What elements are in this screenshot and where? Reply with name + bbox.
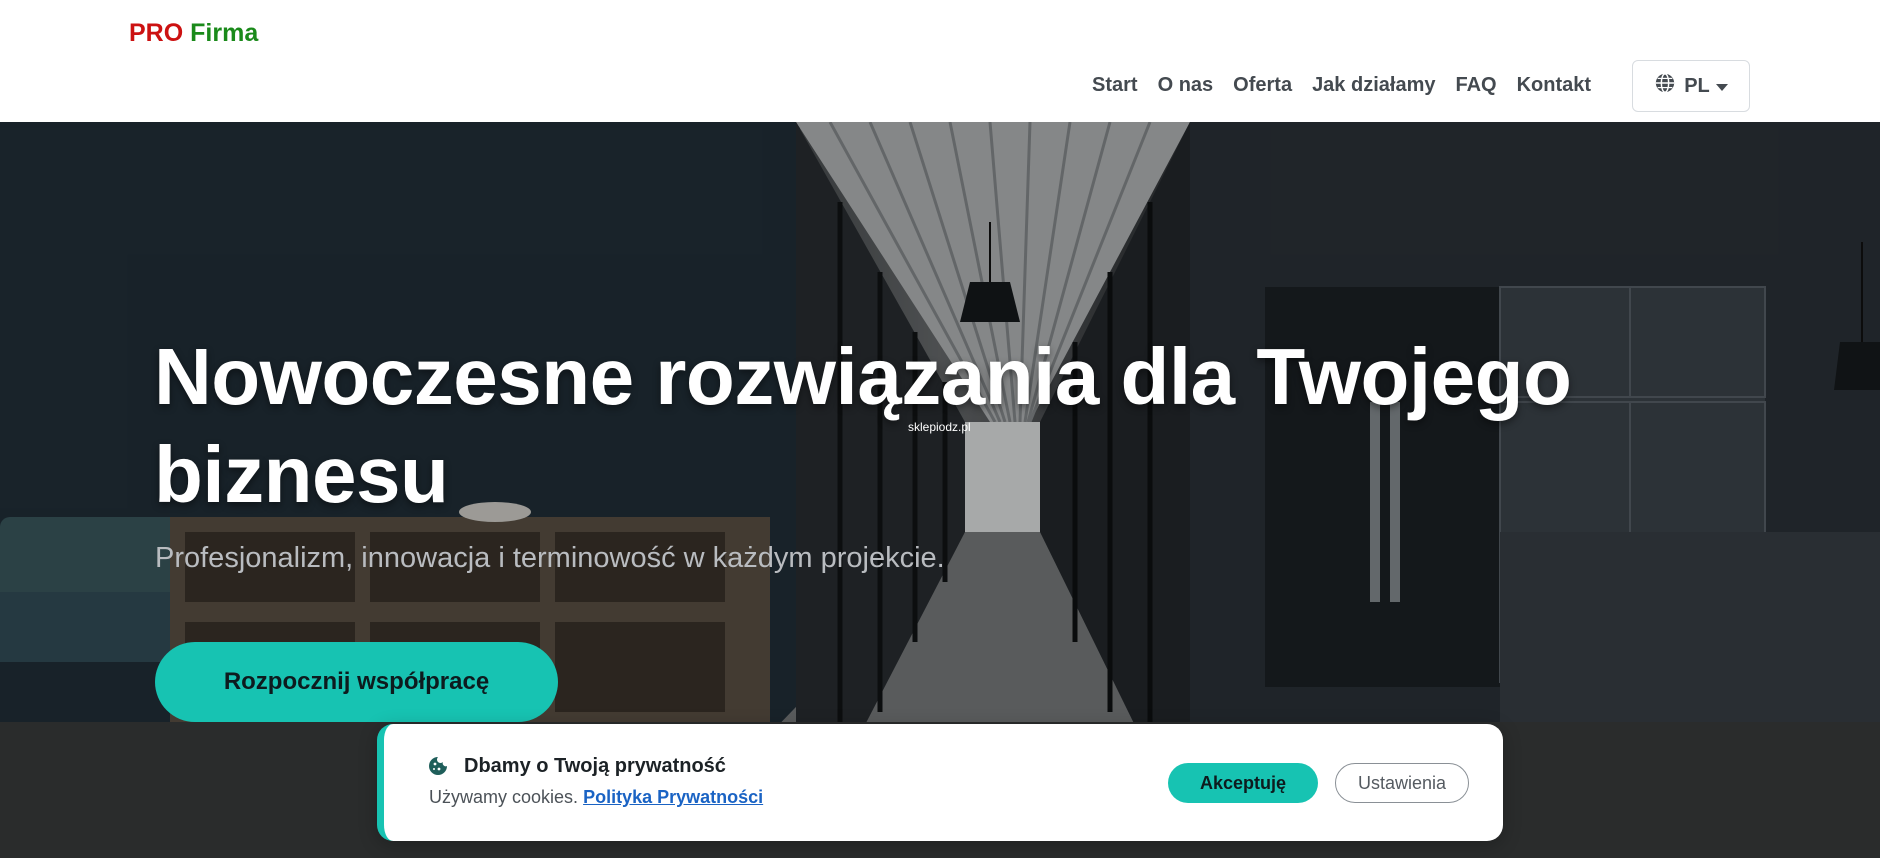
privacy-policy-link[interactable]: Polityka Prywatności	[583, 787, 763, 807]
cookie-description: Używamy cookies.	[429, 787, 579, 807]
nav-oferta[interactable]: Oferta	[1233, 72, 1292, 98]
nav-jak-dzialamy[interactable]: Jak działamy	[1312, 72, 1435, 98]
cookie-title: Dbamy o Twoją prywatność	[464, 755, 726, 777]
nav-kontakt[interactable]: Kontakt	[1517, 72, 1591, 98]
logo-firma: Firma	[190, 19, 259, 47]
accept-cookies-button[interactable]: Akceptuję	[1168, 763, 1318, 803]
site-header: PRO Firma Start O nas Oferta Jak działam…	[0, 0, 1880, 122]
cookie-settings-button[interactable]: Ustawienia	[1335, 763, 1469, 803]
watermark-text: sklepiodz.pl	[908, 420, 971, 434]
globe-icon	[1654, 72, 1676, 100]
hero-title-line2: biznesu	[154, 430, 449, 519]
start-cooperation-button[interactable]: Rozpocznij współpracę	[155, 642, 558, 722]
nav-start[interactable]: Start	[1092, 72, 1138, 98]
nav-o-nas[interactable]: O nas	[1158, 72, 1214, 98]
logo-pro: PRO	[129, 19, 184, 47]
cookie-banner: Dbamy o Twoją prywatność Używamy cookies…	[377, 724, 1503, 841]
cookie-text: Używamy cookies. Polityka Prywatności	[429, 787, 763, 808]
caret-down-icon	[1715, 83, 1728, 91]
language-dropdown[interactable]: PL	[1632, 60, 1750, 112]
hero-subtitle: Profesjonalizm, innowacja i terminowość …	[155, 542, 945, 574]
hero-title-line1: Nowoczesne rozwiązania dla Twojego	[154, 332, 1572, 421]
main-nav: Start O nas Oferta Jak działamy FAQ Kont…	[1092, 72, 1611, 98]
language-label: PL	[1684, 74, 1710, 97]
nav-faq[interactable]: FAQ	[1455, 72, 1496, 98]
logo[interactable]: PRO Firma	[129, 19, 258, 48]
cookie-icon	[429, 757, 447, 775]
